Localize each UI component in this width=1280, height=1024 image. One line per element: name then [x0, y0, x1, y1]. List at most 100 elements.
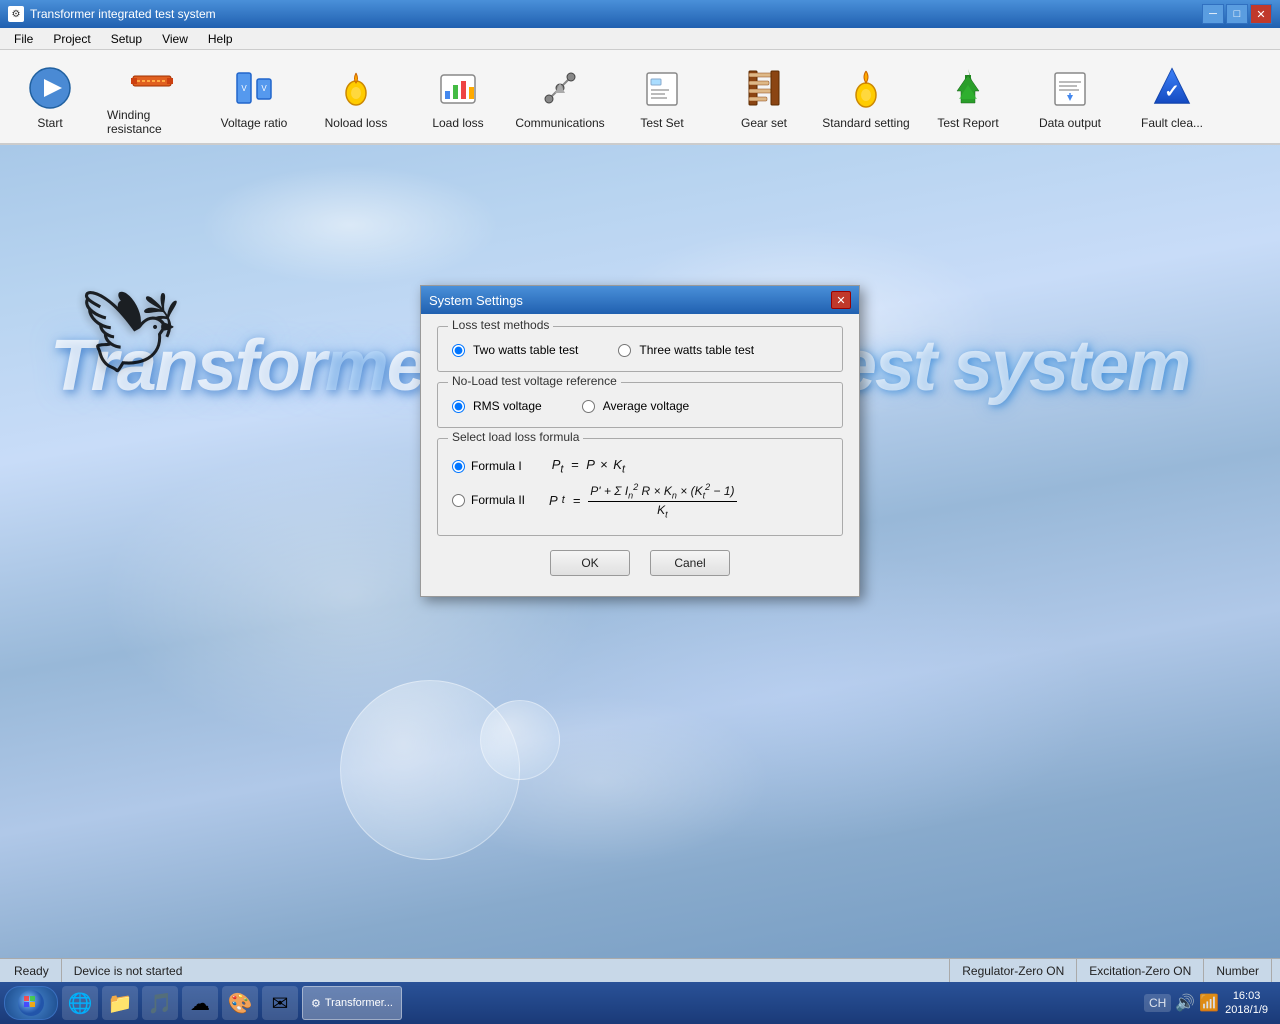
- average-label: Average voltage: [603, 399, 690, 413]
- toolbar-test-set[interactable]: Test Set: [612, 54, 712, 139]
- data-output-label: Data output: [1039, 116, 1101, 130]
- three-watts-option[interactable]: Three watts table test: [618, 343, 754, 357]
- test-report-icon: [944, 64, 992, 112]
- menu-project[interactable]: Project: [43, 30, 100, 48]
- device-status-text: Device is not started: [74, 964, 183, 978]
- menu-bar: File Project Setup View Help: [0, 28, 1280, 50]
- dialog-close-button[interactable]: ✕: [831, 291, 851, 309]
- formula2-radio[interactable]: [452, 494, 465, 507]
- svg-text:V: V: [241, 84, 247, 93]
- clock-time: 16:03: [1225, 989, 1268, 1003]
- formula1-label[interactable]: Formula I: [452, 459, 522, 473]
- toolbar-communications[interactable]: Communications: [510, 54, 610, 139]
- test-set-label: Test Set: [640, 116, 683, 130]
- toolbar-load-loss[interactable]: Load loss: [408, 54, 508, 139]
- clock-date: 2018/1/9: [1225, 1003, 1268, 1017]
- test-set-icon: [638, 64, 686, 112]
- ok-button[interactable]: OK: [550, 550, 630, 576]
- average-option[interactable]: Average voltage: [582, 399, 690, 413]
- title-bar-left: ⚙ Transformer integrated test system: [8, 6, 216, 22]
- test-report-label: Test Report: [937, 116, 998, 130]
- formula1-radio[interactable]: [452, 460, 465, 473]
- loss-test-methods-group: Loss test methods Two watts table test T…: [437, 326, 843, 372]
- number-label-text: Number: [1216, 964, 1259, 978]
- dialog-title-bar: System Settings ✕: [421, 286, 859, 314]
- dialog-title: System Settings: [429, 293, 523, 308]
- average-radio[interactable]: [582, 400, 595, 413]
- dialog-buttons: OK Canel: [437, 550, 843, 580]
- dialog-content: Loss test methods Two watts table test T…: [421, 314, 859, 596]
- three-watts-radio[interactable]: [618, 344, 631, 357]
- toolbar-standard-setting[interactable]: Standard setting: [816, 54, 916, 139]
- formula2-numerator: P' + Σ In2 R × Kn × (Kt2 − 1): [588, 482, 736, 502]
- start-label: Start: [37, 116, 62, 130]
- loss-test-methods-label: Loss test methods: [448, 318, 553, 332]
- menu-file[interactable]: File: [4, 30, 43, 48]
- standard-setting-label: Standard setting: [822, 116, 909, 130]
- communications-label: Communications: [515, 116, 604, 130]
- menu-view[interactable]: View: [152, 30, 198, 48]
- formula1-option: Formula I Pt = P × Kt: [452, 457, 828, 476]
- status-number: Number: [1204, 959, 1272, 982]
- toolbar-noload-loss[interactable]: Noload loss: [306, 54, 406, 139]
- rms-label: RMS voltage: [473, 399, 542, 413]
- language-button[interactable]: CH: [1144, 994, 1171, 1012]
- formula1-text: Formula I: [471, 459, 522, 473]
- communications-icon: [536, 64, 584, 112]
- taskbar: 🌐 📁 🎵 ☁ 🎨 ✉ ⚙ Transformer... CH 🔊 📶 16:0…: [0, 982, 1280, 1024]
- toolbar-data-output[interactable]: Data output: [1020, 54, 1120, 139]
- system-settings-dialog: System Settings ✕ Loss test methods Two …: [420, 285, 860, 597]
- svg-text:V: V: [261, 84, 267, 93]
- close-button[interactable]: ✕: [1250, 4, 1272, 24]
- start-icon: [26, 64, 74, 112]
- two-watts-option[interactable]: Two watts table test: [452, 343, 578, 357]
- start-button[interactable]: [4, 986, 58, 1020]
- menu-help[interactable]: Help: [198, 30, 243, 48]
- excitation-status-text: Excitation-Zero ON: [1089, 964, 1191, 978]
- noload-loss-icon: [332, 64, 380, 112]
- restore-button[interactable]: □: [1226, 4, 1248, 24]
- toolbar-start[interactable]: Start: [0, 54, 100, 139]
- status-excitation: Excitation-Zero ON: [1077, 959, 1204, 982]
- active-app-icon: ⚙: [311, 997, 321, 1010]
- formula2-equation: Pt = P' + Σ In2 R × Kn × (K: [549, 482, 737, 520]
- toolbar: Start Winding resistance V V Voltage rat…: [0, 50, 1280, 145]
- toolbar-voltage-ratio[interactable]: V V Voltage ratio: [204, 54, 304, 139]
- taskbar-cloud[interactable]: ☁: [182, 986, 218, 1020]
- toolbar-test-report[interactable]: Test Report: [918, 54, 1018, 139]
- cancel-button[interactable]: Canel: [650, 550, 730, 576]
- toolbar-winding-resistance[interactable]: Winding resistance: [102, 54, 202, 139]
- minimize-button[interactable]: ─: [1202, 4, 1224, 24]
- menu-setup[interactable]: Setup: [101, 30, 152, 48]
- toolbar-fault-clear[interactable]: ✓ Fault clea...: [1122, 54, 1222, 139]
- system-tray: CH 🔊 📶: [1144, 993, 1219, 1013]
- toolbar-gear-set[interactable]: Gear set: [714, 54, 814, 139]
- rms-option[interactable]: RMS voltage: [452, 399, 542, 413]
- taskbar-media[interactable]: 🎵: [142, 986, 178, 1020]
- tray-network: 🔊: [1175, 993, 1195, 1013]
- title-bar: ⚙ Transformer integrated test system ─ □…: [0, 0, 1280, 28]
- formula2-text: Formula II: [471, 493, 525, 507]
- two-watts-label: Two watts table test: [473, 343, 578, 357]
- two-watts-radio[interactable]: [452, 344, 465, 357]
- taskbar-paint[interactable]: 🎨: [222, 986, 258, 1020]
- formula2-label[interactable]: Formula II: [452, 493, 525, 507]
- taskbar-active-app[interactable]: ⚙ Transformer...: [302, 986, 402, 1020]
- load-loss-label: Load loss: [432, 116, 483, 130]
- background: Transformer integrated test system 🕊 Sys…: [0, 145, 1280, 980]
- active-app-label: Transformer...: [325, 997, 393, 1009]
- taskbar-folder[interactable]: 📁: [102, 986, 138, 1020]
- rms-radio[interactable]: [452, 400, 465, 413]
- window-title: Transformer integrated test system: [30, 7, 216, 21]
- formula1-equation: Pt = P × Kt: [552, 457, 625, 476]
- status-regulator: Regulator-Zero ON: [950, 959, 1077, 982]
- taskbar-mail[interactable]: ✉: [262, 986, 298, 1020]
- winding-resistance-label: Winding resistance: [107, 108, 197, 136]
- voltage-ratio-icon: V V: [230, 64, 278, 112]
- load-loss-formula-label: Select load loss formula: [448, 430, 583, 444]
- tray-lang[interactable]: CH: [1144, 994, 1171, 1012]
- svg-text:✓: ✓: [1164, 81, 1179, 101]
- status-ready: Ready: [8, 959, 62, 982]
- bubble-decoration-2: [480, 700, 560, 780]
- taskbar-ie[interactable]: 🌐: [62, 986, 98, 1020]
